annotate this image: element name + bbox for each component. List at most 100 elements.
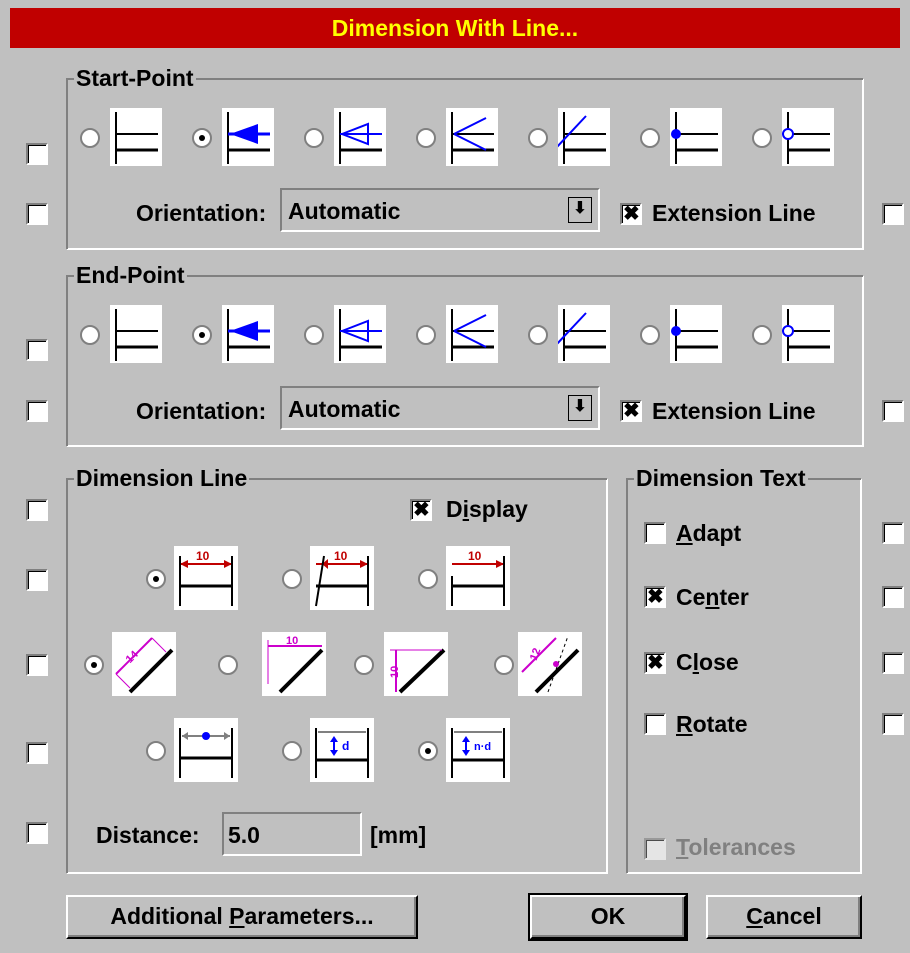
adapt-checkbox[interactable] xyxy=(644,522,666,544)
end-extension-label: Extension Line xyxy=(652,398,816,424)
end-dot-icon[interactable] xyxy=(670,305,722,363)
distance-input[interactable]: 5.0 xyxy=(222,812,362,856)
end-open-arrow-icon[interactable] xyxy=(334,305,386,363)
rotate-checkbox[interactable] xyxy=(644,713,666,735)
end-filled-arrow-icon[interactable] xyxy=(222,305,274,363)
dimline-style-radio-3[interactable] xyxy=(418,569,438,589)
dimline-ref-radio-3[interactable] xyxy=(418,741,438,761)
tolerances-checkbox[interactable] xyxy=(644,838,666,860)
start-extension-checkbox[interactable]: ✖ xyxy=(620,203,642,225)
left-checkbox-5[interactable] xyxy=(26,499,48,521)
window-title: Dimension With Line... xyxy=(10,8,900,48)
dimline-rotated-icon[interactable]: 12 xyxy=(518,632,582,696)
close-checkbox[interactable]: ✖ xyxy=(644,652,666,674)
start-dot-icon[interactable] xyxy=(670,108,722,166)
left-checkbox-9[interactable] xyxy=(26,822,48,844)
center-label: Center xyxy=(676,584,749,610)
dimline-angle-radio-1[interactable] xyxy=(84,655,104,675)
start-plain-icon[interactable] xyxy=(110,108,162,166)
start-style-radio-6[interactable] xyxy=(640,128,660,148)
start-filled-arrow-icon[interactable] xyxy=(222,108,274,166)
rotate-label: Rotate xyxy=(676,711,748,737)
end-style-radio-1[interactable] xyxy=(80,325,100,345)
dimline-horizontal-open-icon[interactable]: 10 xyxy=(446,546,510,610)
dimline-aligned-icon[interactable]: 14 xyxy=(112,632,176,696)
start-open-arrow-icon[interactable] xyxy=(334,108,386,166)
dimline-center-point-icon[interactable] xyxy=(174,718,238,782)
start-style-radio-1[interactable] xyxy=(80,128,100,148)
left-checkbox-6[interactable] xyxy=(26,569,48,591)
dropdown-arrow-icon[interactable]: ⬇ xyxy=(568,395,592,421)
left-checkbox-3[interactable] xyxy=(26,339,48,361)
right-checkbox-4[interactable] xyxy=(882,586,904,608)
dimline-angle-radio-2[interactable] xyxy=(218,655,238,675)
distance-unit: [mm] xyxy=(370,822,427,848)
start-orientation-select[interactable]: Automatic ⬇ xyxy=(280,188,600,232)
center-checkbox[interactable]: ✖ xyxy=(644,586,666,608)
ok-button[interactable]: OK xyxy=(528,893,688,941)
right-checkbox-1[interactable] xyxy=(882,203,904,225)
end-style-radio-5[interactable] xyxy=(528,325,548,345)
end-circle-icon[interactable] xyxy=(782,305,834,363)
right-checkbox-6[interactable] xyxy=(882,713,904,735)
d-label-text: d xyxy=(342,739,349,753)
start-circle-icon[interactable] xyxy=(782,108,834,166)
sample-value-text: 10 xyxy=(196,549,210,563)
display-label: Display xyxy=(446,496,528,522)
end-style-radio-6[interactable] xyxy=(640,325,660,345)
sample-value-text: 10 xyxy=(334,549,348,563)
right-checkbox-5[interactable] xyxy=(882,652,904,674)
start-style-radio-7[interactable] xyxy=(752,128,772,148)
start-style-radio-3[interactable] xyxy=(304,128,324,148)
left-checkbox-4[interactable] xyxy=(26,400,48,422)
right-checkbox-2[interactable] xyxy=(882,400,904,422)
end-style-radio-2[interactable] xyxy=(192,325,212,345)
start-style-radio-2[interactable] xyxy=(192,128,212,148)
end-style-radio-4[interactable] xyxy=(416,325,436,345)
end-style-radio-3[interactable] xyxy=(304,325,324,345)
sample-value-text: 10 xyxy=(468,549,482,563)
end-slash-icon[interactable] xyxy=(555,305,610,363)
start-style-radio-4[interactable] xyxy=(416,128,436,148)
end-extension-checkbox[interactable]: ✖ xyxy=(620,400,642,422)
dimline-angle-radio-3[interactable] xyxy=(354,655,374,675)
dimline-ref-radio-2[interactable] xyxy=(282,741,302,761)
check-mark-icon: ✖ xyxy=(623,400,640,422)
dimline-style-radio-2[interactable] xyxy=(282,569,302,589)
dimline-distance-nd-icon[interactable]: n·d xyxy=(446,718,510,782)
dimline-vertical-diag-icon[interactable]: 10 xyxy=(384,632,448,696)
dimension-text-legend: Dimension Text xyxy=(634,465,808,491)
svg-text:12: 12 xyxy=(528,647,543,663)
end-orientation-select[interactable]: Automatic ⬇ xyxy=(280,386,600,430)
end-point-legend: End-Point xyxy=(74,262,187,288)
left-checkbox-2[interactable] xyxy=(26,203,48,225)
dimline-distance-d-icon[interactable]: d xyxy=(310,718,374,782)
adapt-label: Adapt xyxy=(676,520,742,546)
left-checkbox-1[interactable] xyxy=(26,143,48,165)
display-checkbox[interactable]: ✖ xyxy=(410,499,432,521)
nd-label-text: n·d xyxy=(474,741,491,753)
dimline-horizontal-slanted-icon[interactable]: 10 xyxy=(310,546,374,610)
start-line-arrow-icon[interactable] xyxy=(446,108,498,166)
dimline-angle-radio-4[interactable] xyxy=(494,655,514,675)
additional-parameters-button[interactable]: Additional Parameters... xyxy=(66,895,418,939)
check-mark-icon: ✖ xyxy=(413,499,430,521)
dimline-horizontal-closed-icon[interactable]: 10 xyxy=(174,546,238,610)
end-style-radio-7[interactable] xyxy=(752,325,772,345)
start-orientation-value: Automatic xyxy=(288,198,401,224)
end-line-arrow-icon[interactable] xyxy=(446,305,498,363)
left-checkbox-8[interactable] xyxy=(26,742,48,764)
left-checkbox-7[interactable] xyxy=(26,654,48,676)
end-orientation-value: Automatic xyxy=(288,396,401,422)
dimline-horizontal-diag-icon[interactable]: 10 xyxy=(262,632,326,696)
dimension-line-legend: Dimension Line xyxy=(74,465,250,491)
cancel-button[interactable]: Cancel xyxy=(706,895,862,939)
dropdown-arrow-icon[interactable]: ⬇ xyxy=(568,197,592,223)
end-plain-icon[interactable] xyxy=(110,305,162,363)
dimline-ref-radio-1[interactable] xyxy=(146,741,166,761)
start-slash-icon[interactable] xyxy=(555,108,610,166)
start-style-radio-5[interactable] xyxy=(528,128,548,148)
dimline-style-radio-1[interactable] xyxy=(146,569,166,589)
sample-value-text: 10 xyxy=(286,635,298,647)
right-checkbox-3[interactable] xyxy=(882,522,904,544)
